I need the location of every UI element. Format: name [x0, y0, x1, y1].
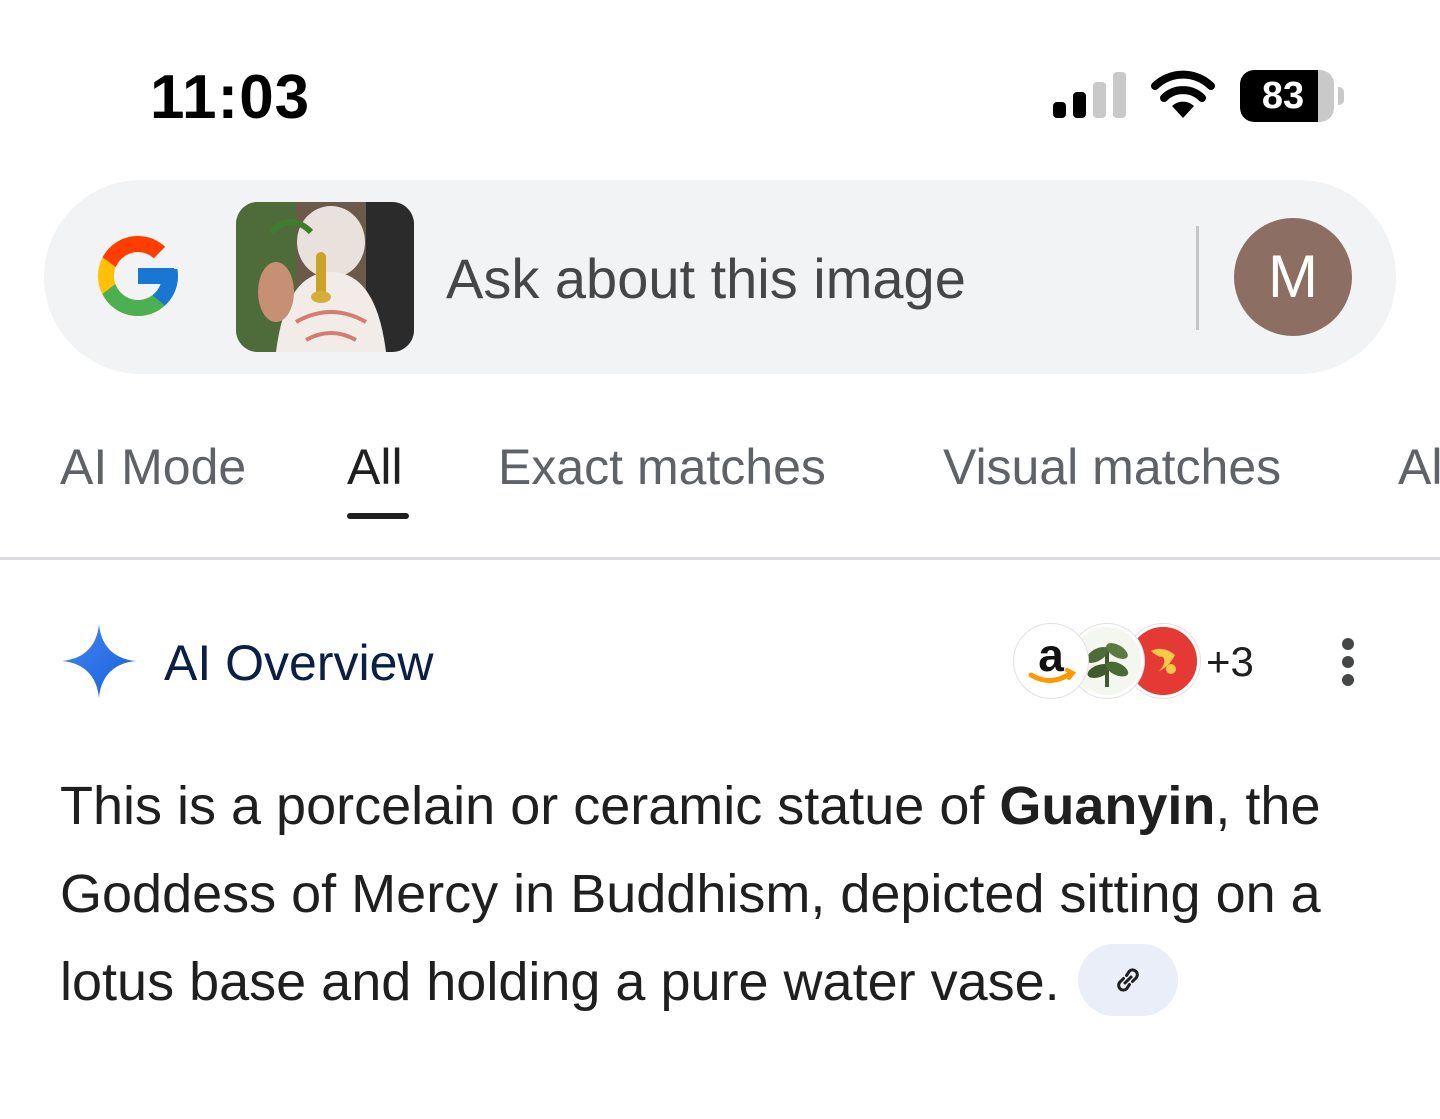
source-link-chip[interactable]: [1077, 943, 1178, 1016]
statue-image: [236, 202, 414, 352]
battery-body: 83: [1240, 70, 1334, 122]
ai-overview-text: This is a porcelain or ceramic statue of…: [60, 762, 1390, 1026]
tab-visual-matches[interactable]: Visual matches: [943, 438, 1281, 496]
wifi-icon: [1151, 70, 1215, 118]
amazon-smile-icon: [1028, 668, 1077, 683]
search-image-thumbnail[interactable]: [236, 202, 414, 352]
amazon-logo[interactable]: a: [1014, 624, 1088, 698]
account-avatar[interactable]: M: [1234, 218, 1352, 336]
status-time: 11:03: [150, 63, 311, 132]
battery-icon: 83: [1240, 70, 1346, 122]
results-tabs: AI Mode All Exact matches Visual matches…: [0, 430, 1440, 530]
tabs-divider: [0, 557, 1440, 560]
overview-text-start: This is a porcelain or ceramic statue of: [60, 776, 1000, 836]
search-bar-divider: [1196, 226, 1199, 330]
tab-overflow[interactable]: Al: [1398, 438, 1440, 496]
tab-ai-mode[interactable]: AI Mode: [60, 438, 246, 496]
source-count[interactable]: +3: [1206, 638, 1254, 686]
battery-percent: 83: [1261, 75, 1305, 117]
cellular-signal-icon: [1053, 72, 1126, 118]
link-icon: [1116, 968, 1139, 992]
battery-tip: [1338, 87, 1344, 105]
active-tab-indicator: [347, 513, 409, 519]
more-options-icon[interactable]: [1336, 638, 1360, 692]
status-bar: 11:03 83: [0, 0, 1440, 190]
tab-exact-matches[interactable]: Exact matches: [498, 438, 826, 496]
google-g-logo[interactable]: [90, 228, 186, 324]
sparkle-icon: [62, 624, 136, 698]
ai-overview-title: AI Overview: [164, 635, 434, 691]
source-favicons[interactable]: a: [1014, 624, 1200, 698]
tab-all[interactable]: All: [347, 438, 403, 496]
overview-text-bold: Guanyin: [999, 776, 1216, 836]
search-input[interactable]: Ask about this image: [446, 246, 966, 311]
